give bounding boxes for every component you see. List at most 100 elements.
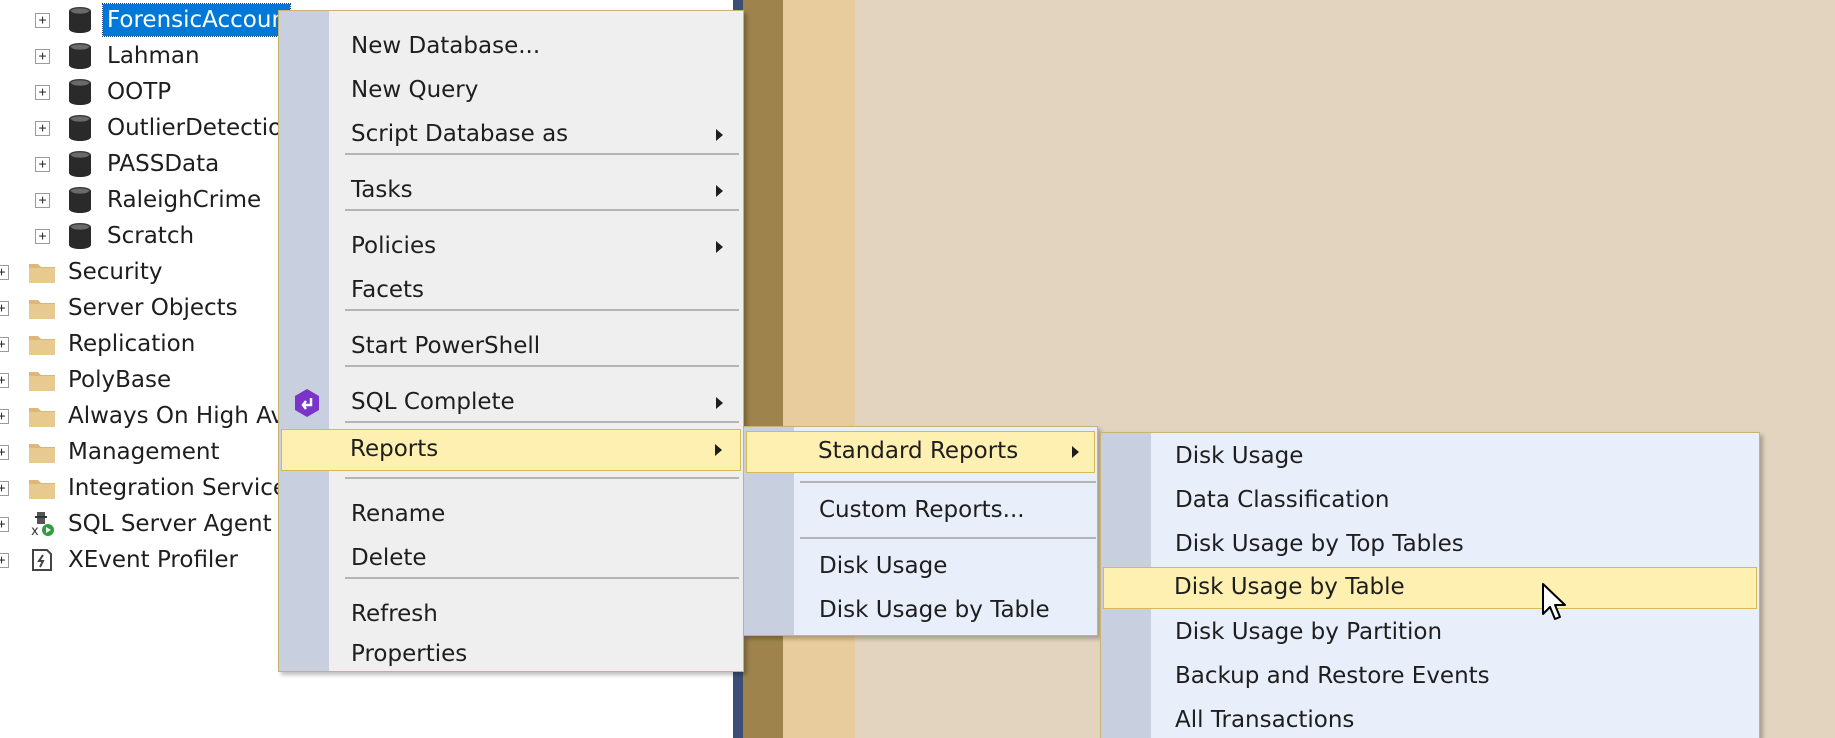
- database-icon: [66, 77, 94, 107]
- menu-item-start-powershell[interactable]: Start PowerShell: [281, 327, 741, 366]
- menu-item-label: Rename: [351, 501, 446, 527]
- menu-item-label: Backup and Restore Events: [1175, 663, 1490, 689]
- expand-toggle[interactable]: +: [35, 85, 50, 100]
- sql-agent-icon: x: [28, 509, 56, 539]
- menu-item-label: Data Classification: [1175, 487, 1390, 513]
- menu-item-refresh[interactable]: Refresh: [281, 595, 741, 634]
- database-icon: [66, 221, 94, 251]
- standard-reports-submenu: Disk Usage Data Classification Disk Usag…: [1100, 432, 1760, 738]
- menu-item-label: Disk Usage: [819, 553, 948, 579]
- menu-item-new-query[interactable]: New Query: [281, 71, 741, 110]
- menu-item-delete[interactable]: Delete: [281, 539, 741, 578]
- reports-submenu: Standard Reports Custom Reports... Disk …: [743, 426, 1098, 636]
- expand-toggle[interactable]: +: [35, 49, 50, 64]
- menu-item-sql-complete[interactable]: SQL Complete: [281, 383, 741, 422]
- menu-item-custom-reports[interactable]: Custom Reports...: [746, 491, 1095, 530]
- menu-separator: [800, 537, 1096, 539]
- expand-toggle[interactable]: +: [0, 265, 9, 280]
- menu-item-properties[interactable]: Properties: [281, 639, 741, 669]
- tree-node-label[interactable]: Replication: [64, 328, 199, 360]
- database-icon: [66, 113, 94, 143]
- menu-item-disk-usage-by-table[interactable]: Disk Usage by Table: [1103, 567, 1757, 609]
- menu-item-disk-usage-by-top-tables[interactable]: Disk Usage by Top Tables: [1103, 525, 1757, 564]
- expand-toggle[interactable]: +: [35, 229, 50, 244]
- menu-item-label: Start PowerShell: [351, 333, 541, 359]
- expand-toggle[interactable]: +: [0, 337, 9, 352]
- menu-item-backup-restore-events[interactable]: Backup and Restore Events: [1103, 657, 1757, 696]
- folder-icon: [28, 329, 56, 359]
- menu-item-label: Delete: [351, 545, 427, 571]
- tree-node-label[interactable]: Server Objects: [64, 292, 242, 324]
- menu-item-label: Script Database as: [351, 121, 569, 147]
- menu-item-rename[interactable]: Rename: [281, 495, 741, 534]
- tree-node-label[interactable]: Management: [64, 436, 224, 468]
- menu-item-facets[interactable]: Facets: [281, 271, 741, 310]
- database-icon: [66, 41, 94, 71]
- tree-node-label[interactable]: ForensicAccounting: [102, 3, 291, 37]
- menu-item-label: Standard Reports: [818, 438, 1019, 464]
- folder-icon: [28, 257, 56, 287]
- tree-node-label[interactable]: PolyBase: [64, 364, 175, 396]
- submenu-arrow-icon: [716, 129, 723, 141]
- menu-item-label: Properties: [351, 641, 468, 667]
- svg-text:x: x: [31, 524, 39, 538]
- submenu-arrow-icon: [715, 444, 722, 456]
- menu-separator: [345, 209, 739, 211]
- menu-item-tasks[interactable]: Tasks: [281, 171, 741, 210]
- database-icon: [66, 5, 94, 35]
- expand-toggle[interactable]: +: [0, 409, 9, 424]
- database-context-menu: New Database... New Query Script Databas…: [278, 10, 744, 672]
- folder-icon: [28, 365, 56, 395]
- tree-node-label[interactable]: SQL Server Agent: [64, 508, 276, 540]
- xevent-profiler-icon: [28, 545, 56, 575]
- expand-toggle[interactable]: +: [35, 13, 50, 28]
- expand-toggle[interactable]: +: [35, 157, 50, 172]
- menu-separator: [345, 577, 739, 579]
- menu-item-policies[interactable]: Policies: [281, 227, 741, 266]
- database-icon: [66, 149, 94, 179]
- tree-node-label[interactable]: OutlierDetection: [103, 112, 301, 144]
- folder-icon: [28, 437, 56, 467]
- expand-toggle[interactable]: +: [0, 301, 9, 316]
- menu-item-script-database-as[interactable]: Script Database as: [281, 115, 741, 154]
- folder-icon: [28, 401, 56, 431]
- tree-node-label[interactable]: PASSData: [103, 148, 223, 180]
- menu-item-disk-usage[interactable]: Disk Usage: [746, 547, 1095, 586]
- expand-toggle[interactable]: +: [0, 445, 9, 460]
- expand-toggle[interactable]: +: [35, 193, 50, 208]
- menu-item-label: Tasks: [351, 177, 413, 203]
- menu-item-disk-usage-by-table[interactable]: Disk Usage by Table: [746, 591, 1095, 630]
- menu-item-label: Facets: [351, 277, 425, 303]
- menu-item-all-transactions[interactable]: All Transactions: [1103, 701, 1757, 738]
- menu-item-data-classification[interactable]: Data Classification: [1103, 481, 1757, 520]
- menu-item-label: Custom Reports...: [819, 497, 1025, 523]
- menu-item-reports[interactable]: Reports: [281, 429, 741, 471]
- submenu-arrow-icon: [716, 185, 723, 197]
- menu-item-standard-reports[interactable]: Standard Reports: [746, 431, 1095, 473]
- tree-node-label[interactable]: Lahman: [103, 40, 204, 72]
- tree-node-label[interactable]: Scratch: [103, 220, 198, 252]
- menu-item-disk-usage[interactable]: Disk Usage: [1103, 437, 1757, 476]
- menu-separator: [345, 309, 739, 311]
- menu-item-label: Disk Usage: [1175, 443, 1304, 469]
- tree-node-label[interactable]: Security: [64, 256, 166, 288]
- menu-item-new-database[interactable]: New Database...: [281, 27, 741, 66]
- expand-toggle[interactable]: +: [0, 553, 9, 568]
- menu-separator: [345, 365, 739, 367]
- tree-node-label[interactable]: RaleighCrime: [103, 184, 265, 216]
- tree-node-label[interactable]: OOTP: [103, 76, 175, 108]
- expand-toggle[interactable]: +: [35, 121, 50, 136]
- menu-item-label: SQL Complete: [351, 389, 515, 415]
- mouse-cursor-icon: [1541, 582, 1571, 624]
- menu-item-disk-usage-by-partition[interactable]: Disk Usage by Partition: [1103, 613, 1757, 652]
- tree-node-label[interactable]: XEvent Profiler: [64, 544, 242, 576]
- submenu-arrow-icon: [716, 397, 723, 409]
- menu-item-label: All Transactions: [1175, 707, 1355, 733]
- menu-item-label: Disk Usage by Top Tables: [1175, 531, 1464, 557]
- menu-item-label: Policies: [351, 233, 437, 259]
- database-icon: [66, 185, 94, 215]
- expand-toggle[interactable]: +: [0, 373, 9, 388]
- expand-toggle[interactable]: +: [0, 481, 9, 496]
- expand-toggle[interactable]: +: [0, 517, 9, 532]
- menu-separator: [345, 421, 739, 423]
